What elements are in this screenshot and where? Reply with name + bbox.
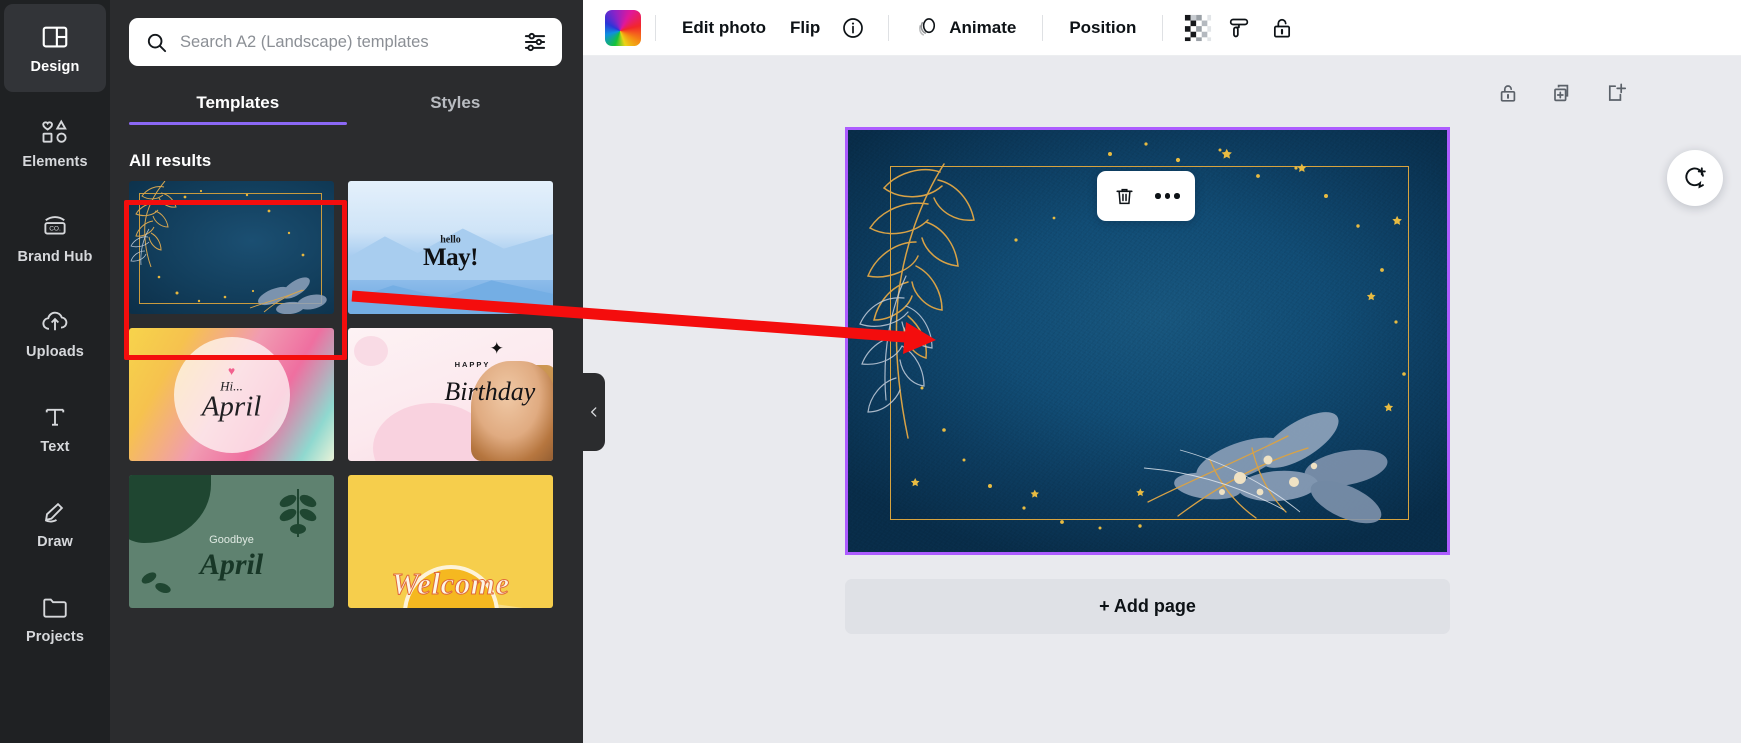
tab-styles[interactable]: Styles [347,83,565,125]
template-card-hello-may-mountains[interactable]: hello May! [348,181,553,314]
sidebar-label-projects: Projects [25,628,85,645]
brand-hub-icon: CO. [40,212,70,242]
results-section-title: All results [129,151,212,170]
thumb-text-welcome: Welcome [391,566,510,602]
page-toolbar [1495,80,1629,106]
collapse-panel-button[interactable] [583,373,605,451]
thumb-text-happy: HAPPY [454,359,491,369]
template-card-hi-april-watercolor[interactable]: ♥ Hi... April [129,328,334,461]
thumb-dark-shape [129,475,211,543]
rainbow-color-swatch[interactable] [605,9,641,46]
thumb-stars [157,189,305,303]
sidebar-label-design: Design [30,58,80,75]
thumb-hearts-icon: ♥ [227,363,236,378]
svg-text:CO.: CO. [49,225,61,232]
search-bar[interactable] [129,18,562,66]
sidebar-label-draw: Draw [37,533,73,550]
element-context-menu [1097,171,1195,221]
sidebar-item-uploads[interactable]: Uploads [4,289,106,377]
thumb-text-block: Hi... April [202,379,262,424]
toolbar-divider [1162,14,1164,41]
duplicate-icon [1554,84,1569,102]
editor-area: Edit photo Flip Animate Position + Add p… [583,0,1741,743]
thumb-text-birthday: Birthday [444,377,536,407]
panel-tabs: Templates Styles [129,83,564,125]
thumb-blob-small [354,335,389,366]
lock-button[interactable] [1261,7,1303,49]
template-card-navy-gold-botanical-frame[interactable] [129,181,334,314]
sidebar-item-elements[interactable]: Elements [4,99,106,187]
thumb-leaf-sprig-small-icon [141,572,171,594]
sidebar-label-brand-hub: Brand Hub [17,248,93,265]
toolbar-divider [1042,14,1044,41]
canva-editor-app: Design Elements CO. Brand Hub Uploads Te… [0,0,1741,743]
thumb-sparkle-icon: ✦ [489,338,504,358]
templates-panel: Templates Styles All results [110,0,583,743]
info-button[interactable] [832,7,874,49]
search-icon [145,31,168,54]
sidebar-item-design[interactable]: Design [4,4,106,92]
uploads-icon [40,307,70,337]
top-toolbar: Edit photo Flip Animate Position [583,0,1741,56]
text-icon [40,402,70,432]
tab-templates[interactable]: Templates [129,83,347,125]
toolbar-divider [888,14,890,41]
add-page-icon-button[interactable] [1603,80,1629,106]
design-stage[interactable] [845,127,1450,555]
filter-sliders-icon[interactable] [522,29,548,55]
transparency-button[interactable] [1177,7,1219,49]
unlock-icon [1274,18,1291,38]
elements-icon [40,117,70,147]
add-page-icon [1608,83,1627,101]
add-comment-icon [1684,166,1706,188]
paint-roller-button[interactable] [1219,7,1261,49]
draw-icon [40,497,70,527]
sidebar-item-text[interactable]: Text [4,384,106,472]
paint-roller-icon [1230,18,1249,37]
more-horizontal-icon [1155,193,1180,199]
thumb-leaf-sprig-icon [279,489,317,537]
thumb-text-april2: April [199,548,264,582]
more-options-button[interactable] [1152,181,1182,211]
left-sidebar: Design Elements CO. Brand Hub Uploads Te… [0,0,110,743]
projects-icon [40,592,70,622]
sidebar-item-brand-hub[interactable]: CO. Brand Hub [4,194,106,282]
flip-button[interactable]: Flip [778,10,832,46]
sidebar-label-text: Text [40,438,70,455]
lock-page-button[interactable] [1495,80,1521,106]
chevron-left-icon [591,407,597,417]
search-input[interactable] [180,32,510,52]
thumb-portrait [471,361,553,461]
sidebar-item-projects[interactable]: Projects [4,574,106,662]
animate-icon [915,15,940,40]
design-icon [40,22,70,52]
thumb-text-may: May! [423,244,478,272]
thumb-text-goodbye: Goodbye [209,533,254,546]
trash-icon [1116,188,1133,204]
duplicate-page-button[interactable] [1549,80,1575,106]
position-button[interactable]: Position [1057,10,1148,46]
template-card-happy-birthday-portrait[interactable]: ✦ HAPPY Birthday [348,328,553,461]
canvas-area: + Add page [583,56,1741,743]
toolbar-divider [655,14,656,41]
sidebar-label-elements: Elements [22,153,88,170]
thumb-text-april: April [201,390,262,423]
template-grid: hello May! ♥ Hi... April ✦ HAPPY Birthda… [110,181,583,608]
unlock-icon [1500,85,1516,102]
sidebar-label-uploads: Uploads [26,343,84,360]
edit-photo-button[interactable]: Edit photo [670,10,778,46]
delete-element-button[interactable] [1110,181,1140,211]
info-icon [843,17,864,38]
transparency-checkerboard-icon [1185,14,1212,41]
animate-button[interactable]: Animate [903,7,1028,48]
template-card-goodbye-april-green[interactable]: Goodbye April [129,475,334,608]
template-card-welcome-sunburst[interactable]: Welcome [348,475,553,608]
sidebar-item-draw[interactable]: Draw [4,479,106,567]
add-comment-button[interactable] [1667,150,1723,206]
add-page-button[interactable]: + Add page [845,579,1450,634]
animate-label: Animate [949,17,1017,37]
